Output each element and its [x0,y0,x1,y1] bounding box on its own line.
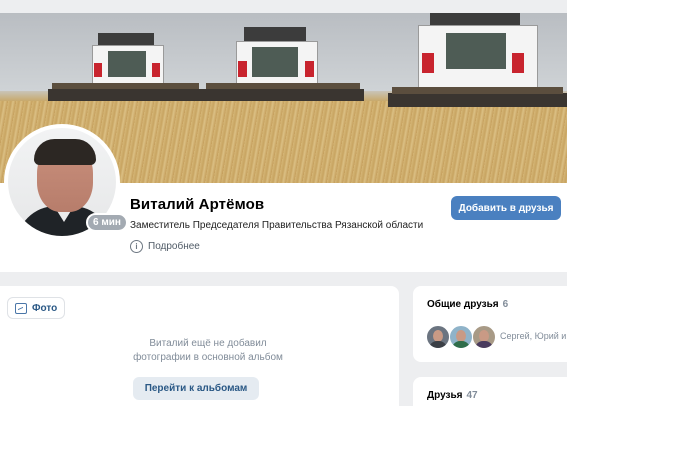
go-to-albums-button[interactable]: Перейти к альбомам [133,377,259,400]
online-status-badge: 6 мин [86,213,128,232]
more-info-link[interactable]: i Подробнее [130,240,200,253]
profile-name: Виталий Артёмов [130,196,265,213]
avatar[interactable] [426,325,450,349]
friends-title: Друзья 47 [427,390,478,401]
empty-photos-line-2: фотографии в основной альбом [133,352,283,363]
tab-photos[interactable]: Фото [7,297,66,319]
tab-photos-label: Фото [32,302,58,314]
combine-harvester-icon [48,33,203,105]
mutual-friends-count: 6 [502,299,509,310]
combine-harvester-icon [388,13,567,109]
avatar[interactable] [449,325,473,349]
empty-photos-line-1: Виталий ещё не добавил [149,338,267,349]
profile-status: Заместитель Председателя Правительства Р… [130,220,424,231]
avatar[interactable] [472,325,496,349]
mutual-friends-names: Сергей, Юрий и [500,331,567,341]
mutual-friends-title: Общие друзья 6 [427,299,509,310]
photo-icon [15,302,27,314]
info-icon: i [130,240,143,253]
friends-count: 47 [466,390,478,401]
mutual-friends-card[interactable] [413,286,567,362]
empty-photos-message: Виталий ещё не добавил фотографии в осно… [108,337,308,365]
profile-page: 6 мин Виталий Артёмов Заместитель Предсе… [0,0,567,406]
add-friend-button[interactable]: Добавить в друзья [451,196,561,220]
combine-harvester-icon [202,27,364,105]
more-info-label: Подробнее [148,241,200,252]
